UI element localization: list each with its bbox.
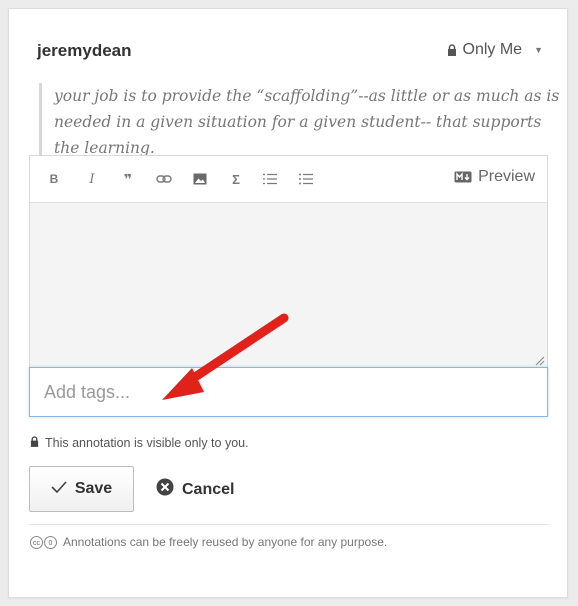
numbered-list-button[interactable] [260,170,280,188]
save-button[interactable]: Save [29,466,134,512]
bold-button[interactable]: B [44,170,64,188]
link-icon [156,175,172,183]
image-button[interactable] [190,170,210,188]
license-text: Annotations can be freely reused by anyo… [63,535,388,549]
creative-commons-icon: cc 0 [30,535,57,549]
license-note: cc 0 Annotations can be freely reused by … [30,535,387,549]
lock-icon [30,436,39,450]
tags-input[interactable] [30,368,547,416]
visibility-text: This annotation is visible only to you. [45,436,249,450]
preview-label: Preview [478,168,535,185]
annotation-body-input[interactable] [30,203,547,368]
quote-button[interactable]: ❞ [118,170,138,188]
cancel-label: Cancel [182,480,235,498]
bullet-list-icon [299,173,313,185]
privacy-label: Only Me [462,41,523,58]
numbered-list-icon [263,173,277,185]
preview-toggle[interactable]: Preview [454,168,535,186]
checkmark-icon [51,480,67,498]
caret-down-icon: ▼ [534,45,543,55]
annotation-header: jeremydean Only Me ▼ [37,37,543,65]
markdown-editor: B I ❞ Σ Preview [29,155,548,369]
visibility-note: This annotation is visible only to you. [30,436,249,450]
tags-field[interactable] [29,367,548,417]
username-link[interactable]: jeremydean [37,41,132,61]
lock-icon [447,44,457,56]
cancel-button[interactable]: Cancel [156,478,234,501]
divider [29,524,549,525]
resize-grip-icon[interactable] [535,356,545,366]
annotation-quote: your job is to provide the “scaffolding”… [39,83,564,161]
save-label: Save [74,480,113,497]
editor-toolbar: B I ❞ Σ Preview [30,156,547,203]
image-icon [193,173,207,185]
link-button[interactable] [154,170,174,188]
bullet-list-button[interactable] [296,170,316,188]
math-button[interactable]: Σ [226,170,246,188]
italic-button[interactable]: I [82,170,102,188]
close-circle-icon [156,478,174,501]
markdown-icon [454,171,472,183]
privacy-dropdown[interactable]: Only Me ▼ [447,41,543,59]
